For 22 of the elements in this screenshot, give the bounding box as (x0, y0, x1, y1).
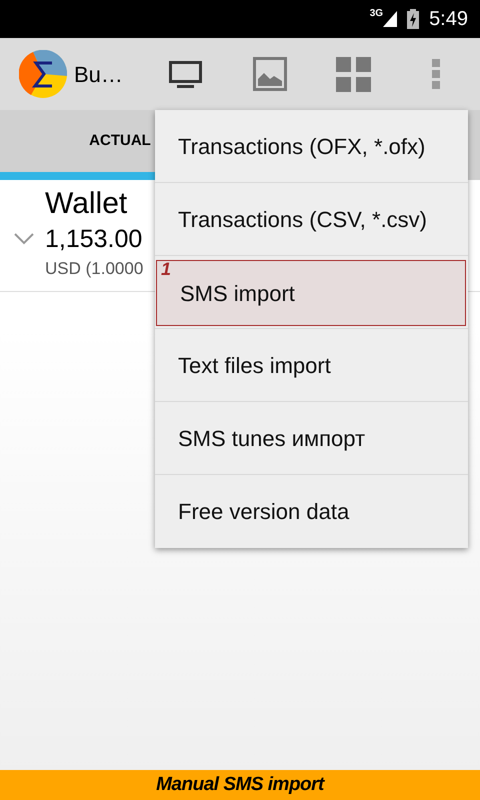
monitor-icon[interactable] (169, 60, 202, 88)
chevron-down-icon[interactable] (14, 233, 34, 245)
currency-rate: USD (1.0000 (45, 258, 144, 280)
menu-item[interactable]: Transactions (OFX, *.ofx) (155, 110, 468, 182)
menu-item[interactable]: Transactions (CSV, *.csv) (155, 183, 468, 255)
image-icon[interactable] (253, 57, 287, 91)
app-logo-icon[interactable] (19, 50, 67, 98)
network-label: 3G (370, 9, 384, 19)
account-name: Wallet (45, 186, 128, 222)
app-title: Bu… (74, 60, 123, 88)
menu-item[interactable]: Text files import (155, 329, 468, 401)
battery-charging-icon (407, 9, 420, 29)
menu-item[interactable]: SMS import 1 (156, 260, 466, 326)
menu-item[interactable]: SMS tunes импорт (155, 402, 468, 474)
grid-icon[interactable] (336, 56, 371, 92)
step-marker: 1 (161, 260, 172, 278)
caption-banner: Manual SMS import (0, 770, 480, 800)
menu-item[interactable]: Free version data (155, 475, 468, 548)
overflow-menu-icon[interactable] (432, 59, 440, 89)
signal-icon (383, 11, 398, 27)
account-balance: 1,153.00 (45, 224, 144, 255)
clock-time: 5:49 (429, 7, 468, 32)
